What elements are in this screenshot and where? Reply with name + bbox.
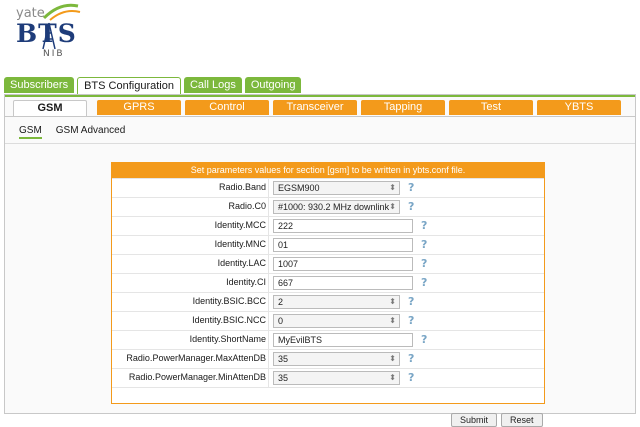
row-divider [268,331,269,349]
tab-bts-configuration[interactable]: BTS Configuration [77,77,181,94]
subtab-gprs[interactable]: GPRS [97,100,181,115]
help-icon[interactable]: ? [421,238,427,251]
identity-lac-input[interactable] [273,257,413,271]
field-label: Identity.MCC [214,220,266,230]
row-divider [268,293,269,311]
select-arrow-icon: ⬍ [389,202,396,211]
reset-button[interactable]: Reset [501,413,543,427]
select-arrow-icon: ⬍ [389,373,396,382]
main-tab-bar: Subscribers BTS Configuration Call Logs … [4,77,304,94]
form-row-short-name: Identity.ShortName ? [112,330,544,349]
help-icon[interactable]: ? [408,200,414,213]
identity-ci-input[interactable] [273,276,413,290]
form-row-radio-band: Radio.Band EGSM900 ⬍ ? [112,178,544,197]
help-icon[interactable]: ? [421,276,427,289]
row-divider [268,312,269,330]
row-divider [268,369,269,387]
panel-top-rule [5,95,635,97]
form-row-max-atten: Radio.PowerManager.MaxAttenDB 35 ⬍ ? [112,349,544,368]
form-row-bsic-ncc: Identity.BSIC.NCC 0 ⬍ ? [112,311,544,330]
subtab-divider [5,116,635,117]
field-label: Identity.LAC [217,258,266,268]
field-label: Radio.Band [218,182,266,192]
help-icon[interactable]: ? [421,257,427,270]
field-label: Identity.MNC [214,239,266,249]
radio-band-select[interactable]: EGSM900 ⬍ [273,181,400,195]
row-divider [268,179,269,197]
subtab-transceiver[interactable]: Transceiver [273,100,357,115]
form-row-bsic-bcc: Identity.BSIC.BCC 2 ⬍ ? [112,292,544,311]
yatebts-logo: yate BTS NIB [12,2,84,64]
short-name-input[interactable] [273,333,413,347]
select-arrow-icon: ⬍ [389,354,396,363]
form-row-identity-ci: Identity.CI ? [112,273,544,292]
help-icon[interactable]: ? [421,333,427,346]
radio-c0-select[interactable]: #1000: 930.2 MHz downlink ⬍ [273,200,400,214]
select-value: 35 [278,373,289,383]
sub-tab-bar: GSM GPRS Control Transceiver Tapping Tes… [13,100,625,117]
section-gsm-advanced-link[interactable]: GSM Advanced [56,125,125,139]
max-atten-select[interactable]: 35 ⬍ [273,352,400,366]
subtab-test[interactable]: Test [449,100,533,115]
logo-nib-text: NIB [43,49,65,59]
help-icon[interactable]: ? [408,295,414,308]
help-icon[interactable]: ? [408,181,414,194]
bsic-bcc-select[interactable]: 2 ⬍ [273,295,400,309]
row-divider [268,350,269,368]
field-label: Identity.ShortName [189,334,266,344]
identity-mcc-input[interactable] [273,219,413,233]
field-label: Radio.PowerManager.MinAttenDB [128,372,266,382]
subtab-gsm[interactable]: GSM [13,100,87,117]
bsic-ncc-select[interactable]: 0 ⬍ [273,314,400,328]
help-icon[interactable]: ? [408,371,414,384]
field-label: Identity.CI [226,277,266,287]
tab-outgoing[interactable]: Outgoing [244,77,302,93]
field-label: Identity.BSIC.BCC [192,296,266,306]
form-row-min-atten: Radio.PowerManager.MinAttenDB 35 ⬍ ? [112,368,544,387]
submit-button[interactable]: Submit [451,413,498,427]
help-icon[interactable]: ? [408,352,414,365]
row-divider [268,274,269,292]
min-atten-select[interactable]: 35 ⬍ [273,371,400,385]
form-header: Set parameters values for section [gsm] … [112,163,544,178]
section-links: GSM GSM Advanced [19,125,139,139]
select-value: 35 [278,354,289,364]
form-row-identity-lac: Identity.LAC ? [112,254,544,273]
subtab-control[interactable]: Control [185,100,269,115]
tab-call-logs[interactable]: Call Logs [183,77,242,93]
select-value: 2 [278,297,284,307]
select-value: EGSM900 [278,183,320,193]
form-row-identity-mcc: Identity.MCC ? [112,216,544,235]
select-arrow-icon: ⬍ [389,183,396,192]
tab-subscribers[interactable]: Subscribers [4,77,75,93]
form-row-radio-c0: Radio.C0 #1000: 930.2 MHz downlink ⬍ ? [112,197,544,216]
field-label: Identity.BSIC.NCC [192,315,266,325]
select-arrow-icon: ⬍ [389,316,396,325]
form-row-actions [112,387,544,403]
subtab-ybts[interactable]: YBTS [537,100,621,115]
help-icon[interactable]: ? [421,219,427,232]
row-divider [268,236,269,254]
select-arrow-icon: ⬍ [389,297,396,306]
select-value: 0 [278,316,284,326]
section-gsm-link[interactable]: GSM [19,125,42,139]
field-label: Radio.C0 [228,201,266,211]
select-value: #1000: 930.2 MHz downlink [278,202,390,212]
identity-mnc-input[interactable] [273,238,413,252]
form-row-identity-mnc: Identity.MNC ? [112,235,544,254]
row-divider [268,198,269,216]
section-divider [5,143,635,144]
subtab-tapping[interactable]: Tapping [361,100,445,115]
help-icon[interactable]: ? [408,314,414,327]
field-label: Radio.PowerManager.MaxAttenDB [126,353,266,363]
gsm-parameters-form: Set parameters values for section [gsm] … [111,162,545,404]
row-divider [268,255,269,273]
row-divider [268,217,269,235]
configuration-panel: GSM GPRS Control Transceiver Tapping Tes… [4,94,636,427]
tower-icon [42,22,56,50]
